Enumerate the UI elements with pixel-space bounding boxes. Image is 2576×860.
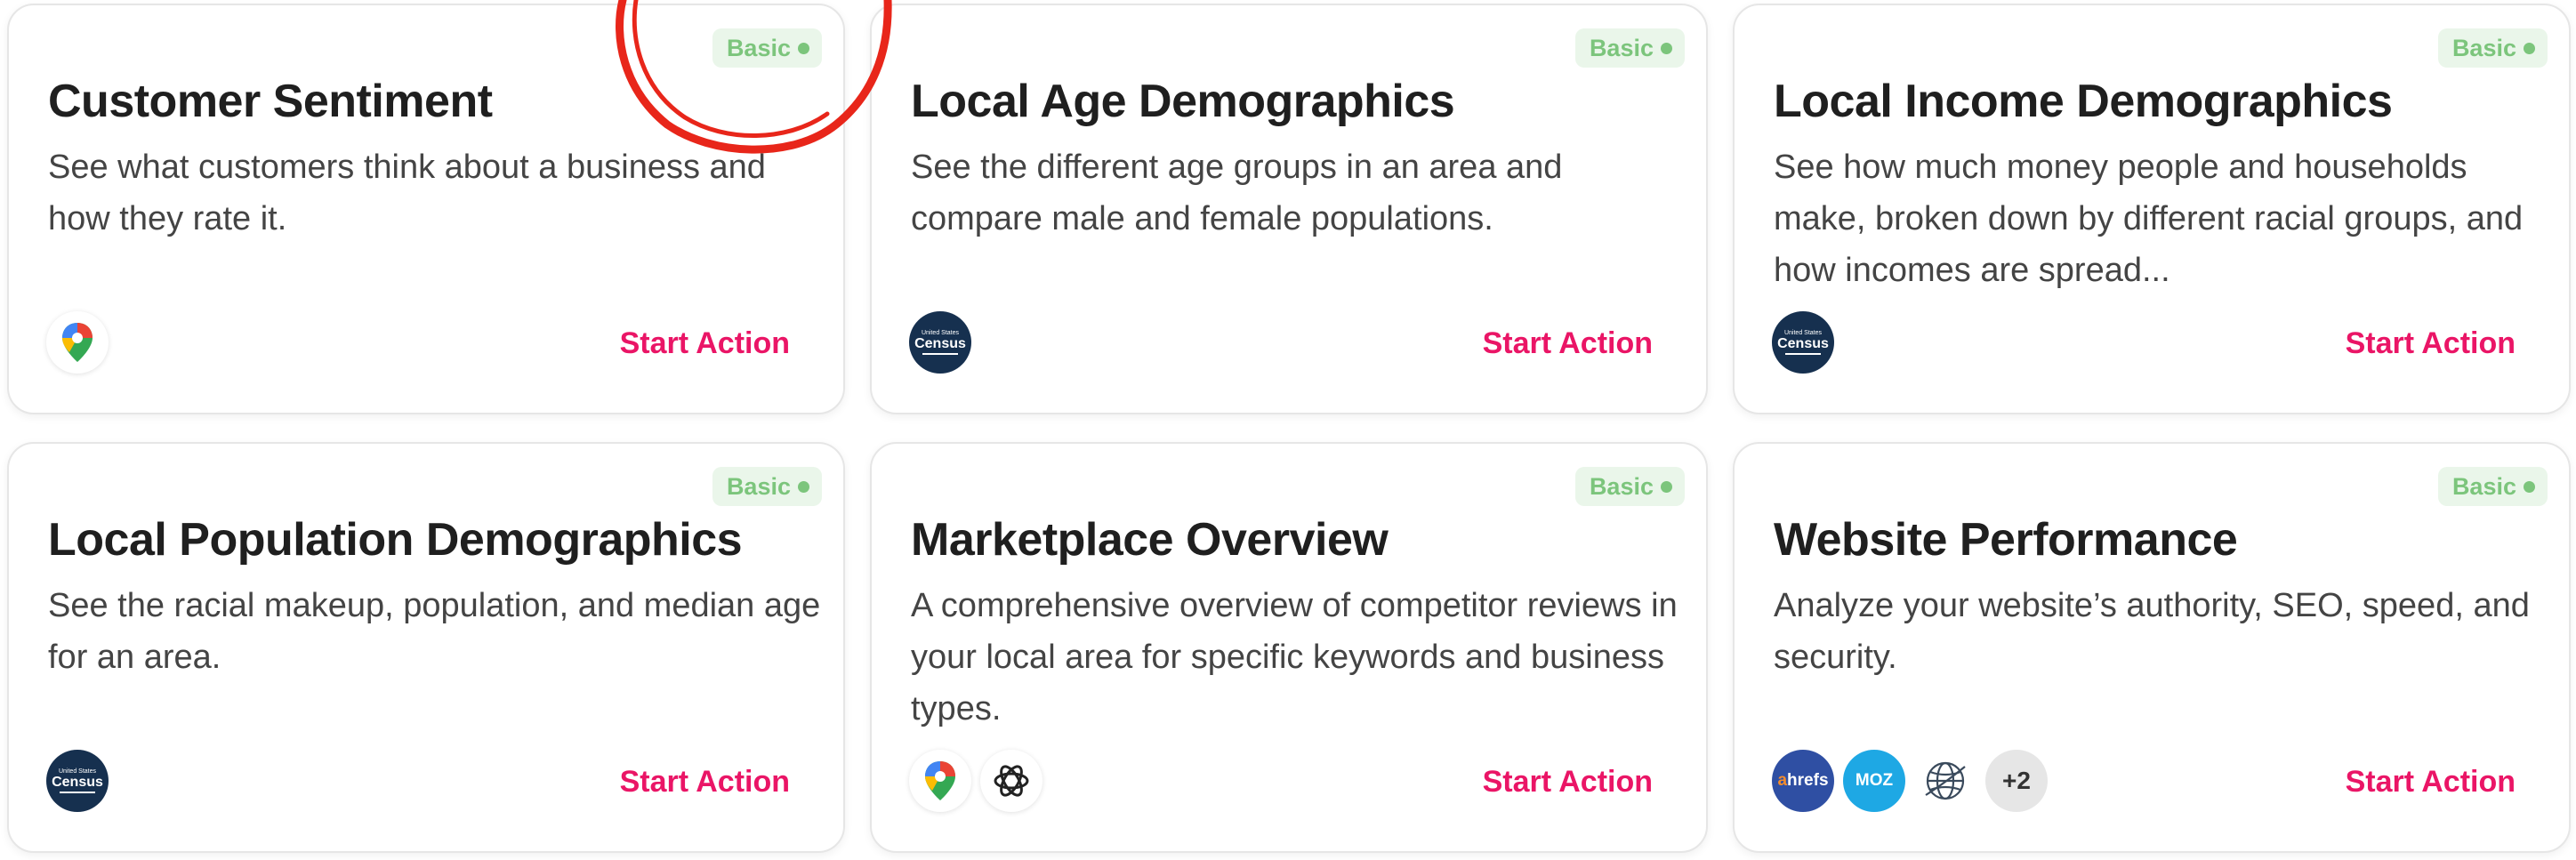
basic-badge: Basic	[712, 467, 822, 506]
badge-label: Basic	[726, 34, 791, 61]
basic-badge: Basic	[1574, 467, 1685, 506]
more-integrations-count[interactable]: +2	[1985, 750, 2048, 812]
start-action-button[interactable]: Start Action	[2346, 765, 2516, 800]
integration-icons: a hrefs MOZ +2	[1772, 750, 2048, 812]
action-card-grid: Basic Customer Sentiment See what custom…	[0, 0, 2576, 860]
basic-badge: Basic	[712, 28, 822, 68]
card-title: Local Population Demographics	[48, 514, 743, 566]
start-action-button[interactable]: Start Action	[1483, 765, 1653, 800]
google-maps-icon	[46, 311, 109, 374]
card-description: Analyze your website’s authority, SEO, s…	[1774, 587, 2530, 676]
card-description: See how much money people and households…	[1774, 149, 2524, 289]
moz-icon: MOZ	[1843, 750, 1905, 812]
integration-icons: United States Census	[1772, 311, 1834, 374]
google-maps-icon	[909, 750, 971, 812]
basic-badge: Basic	[2437, 28, 2548, 68]
card-title: Marketplace Overview	[911, 514, 1389, 566]
ahrefs-icon: a hrefs	[1772, 750, 1834, 812]
openai-icon	[980, 750, 1042, 812]
badge-status-dot-icon	[1661, 480, 1672, 493]
basic-badge: Basic	[2437, 467, 2548, 506]
badge-status-dot-icon	[1661, 42, 1672, 54]
badge-label: Basic	[1589, 472, 1654, 500]
census-icon: United States Census	[909, 311, 971, 374]
start-action-button[interactable]: Start Action	[2346, 326, 2516, 361]
card-description: See the different age groups in an area …	[911, 149, 1563, 237]
badge-label: Basic	[2451, 34, 2516, 61]
badge-status-dot-icon	[798, 480, 809, 493]
card-title: Customer Sentiment	[48, 76, 493, 127]
card-marketplace-overview[interactable]: Basic Marketplace Overview A comprehensi…	[870, 442, 1708, 853]
card-customer-sentiment[interactable]: Basic Customer Sentiment See what custom…	[7, 4, 845, 414]
card-local-age-demographics[interactable]: Basic Local Age Demographics See the dif…	[870, 4, 1708, 414]
card-title: Local Income Demographics	[1774, 76, 2393, 127]
card-description: See the racial makeup, population, and m…	[48, 587, 821, 676]
globe-icon	[1914, 750, 1976, 812]
card-title: Website Performance	[1774, 514, 2238, 566]
card-local-income-demographics[interactable]: Basic Local Income Demographics See how …	[1733, 4, 2571, 414]
integration-icons	[909, 750, 1042, 812]
census-icon: United States Census	[46, 750, 109, 812]
basic-badge: Basic	[1574, 28, 1685, 68]
integration-icons: United States Census	[909, 311, 971, 374]
card-description: A comprehensive overview of competitor r…	[911, 587, 1678, 727]
integration-icons	[46, 311, 109, 374]
card-local-population-demographics[interactable]: Basic Local Population Demographics See …	[7, 442, 845, 853]
start-action-button[interactable]: Start Action	[620, 765, 790, 800]
start-action-button[interactable]: Start Action	[620, 326, 790, 361]
card-website-performance[interactable]: Basic Website Performance Analyze your w…	[1733, 442, 2571, 853]
card-description: See what customers think about a busines…	[48, 149, 766, 237]
card-title: Local Age Demographics	[911, 76, 1455, 127]
start-action-button[interactable]: Start Action	[1483, 326, 1653, 361]
badge-status-dot-icon	[798, 42, 809, 54]
badge-label: Basic	[2451, 472, 2516, 500]
badge-label: Basic	[726, 472, 791, 500]
census-icon: United States Census	[1772, 311, 1834, 374]
badge-status-dot-icon	[2524, 480, 2535, 493]
integration-icons: United States Census	[46, 750, 109, 812]
badge-status-dot-icon	[2524, 42, 2535, 54]
badge-label: Basic	[1589, 34, 1654, 61]
